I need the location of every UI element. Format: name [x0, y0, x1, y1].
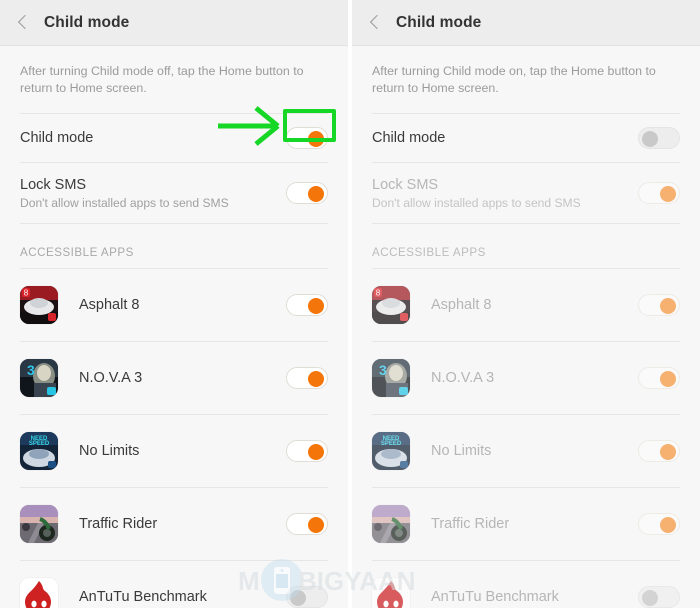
app-toggle	[638, 367, 680, 389]
description-text: After turning Child mode off, tap the Ho…	[20, 64, 304, 95]
row-child-mode[interactable]: Child mode	[0, 114, 348, 162]
page-title: Child mode	[396, 13, 482, 31]
trafficrider-icon	[20, 505, 58, 543]
app-toggle[interactable]	[286, 513, 328, 535]
nolimits-icon: NEED SPEED	[372, 432, 410, 470]
nolimits-icon: NEED SPEED	[20, 432, 58, 470]
child-mode-label: Child mode	[20, 130, 94, 146]
dual-screenshot-container: Child mode After turning Child mode off,…	[0, 0, 700, 608]
lock-sms-title: Lock SMS	[372, 176, 439, 193]
svg-text:SPEED: SPEED	[29, 441, 50, 447]
svg-text:3: 3	[379, 362, 387, 378]
list-item[interactable]: 8 Asphalt 8	[0, 269, 348, 341]
list-item[interactable]: AnTuTu Benchmark	[0, 561, 348, 608]
lock-sms-title: Lock SMS	[20, 176, 87, 193]
app-name: Asphalt 8	[79, 297, 140, 313]
svg-text:8: 8	[24, 289, 29, 298]
screen-right: Child mode After turning Child mode on, …	[352, 0, 700, 608]
app-name: Traffic Rider	[431, 516, 510, 532]
app-name: No Limits	[79, 443, 140, 459]
row-lock-sms[interactable]: Lock SMS Don't allow installed apps to s…	[0, 163, 348, 223]
child-mode-label: Child mode	[372, 130, 446, 146]
app-name: AnTuTu Benchmark	[79, 589, 207, 605]
app-bar-left: Child mode	[0, 0, 348, 46]
asphalt8-icon: 8	[20, 286, 58, 324]
lock-sms-sublabel: Don't allow installed apps to send SMS	[372, 195, 581, 210]
svg-text:8: 8	[376, 289, 381, 298]
screen-left: Child mode After turning Child mode off,…	[0, 0, 348, 608]
svg-text:3: 3	[27, 362, 35, 378]
svg-text:SPEED: SPEED	[381, 441, 402, 447]
row-lock-sms: Lock SMS Don't allow installed apps to s…	[352, 163, 700, 223]
list-item: 8 Asphalt 8	[352, 269, 700, 341]
child-mode-toggle[interactable]	[286, 127, 328, 149]
app-name: AnTuTu Benchmark	[431, 589, 559, 605]
app-toggle	[638, 513, 680, 535]
chevron-left-icon[interactable]	[14, 14, 32, 32]
app-name: No Limits	[431, 443, 492, 459]
trafficrider-icon	[372, 505, 410, 543]
lock-sms-label: Lock SMS Don't allow installed apps to s…	[20, 177, 286, 210]
app-bar-right: Child mode	[352, 0, 700, 46]
antutu-icon	[372, 578, 410, 608]
row-child-mode[interactable]: Child mode	[352, 114, 700, 162]
page-title: Child mode	[44, 13, 130, 31]
list-item[interactable]: 3 N.O.V.A 3	[0, 342, 348, 414]
app-toggle	[638, 440, 680, 462]
nova3-icon: 3	[372, 359, 410, 397]
list-item: Traffic Rider	[352, 488, 700, 560]
antutu-icon	[20, 578, 58, 608]
app-toggle	[638, 294, 680, 316]
lock-sms-toggle	[638, 182, 680, 204]
list-item[interactable]: NEED SPEED No Limits	[0, 415, 348, 487]
app-name: Traffic Rider	[79, 516, 158, 532]
app-toggle[interactable]	[286, 586, 328, 608]
app-name: N.O.V.A 3	[79, 370, 143, 386]
nova3-icon: 3	[20, 359, 58, 397]
accessible-apps-header: ACCESSIBLE APPS	[20, 246, 134, 259]
list-item: 3 N.O.V.A 3	[352, 342, 700, 414]
app-toggle	[638, 586, 680, 608]
app-toggle[interactable]	[286, 294, 328, 316]
lock-sms-toggle[interactable]	[286, 182, 328, 204]
accessible-apps-header: ACCESSIBLE APPS	[372, 246, 486, 259]
app-toggle[interactable]	[286, 367, 328, 389]
app-name: Asphalt 8	[431, 297, 492, 313]
app-name: N.O.V.A 3	[431, 370, 495, 386]
chevron-left-icon[interactable]	[366, 14, 384, 32]
list-item: AnTuTu Benchmark	[352, 561, 700, 608]
lock-sms-label: Lock SMS Don't allow installed apps to s…	[372, 177, 638, 210]
asphalt8-icon: 8	[372, 286, 410, 324]
description-text: After turning Child mode on, tap the Hom…	[372, 64, 656, 95]
app-toggle[interactable]	[286, 440, 328, 462]
list-item[interactable]: Traffic Rider	[0, 488, 348, 560]
child-mode-toggle[interactable]	[638, 127, 680, 149]
lock-sms-sublabel: Don't allow installed apps to send SMS	[20, 195, 229, 210]
list-item: NEED SPEED No Limits	[352, 415, 700, 487]
